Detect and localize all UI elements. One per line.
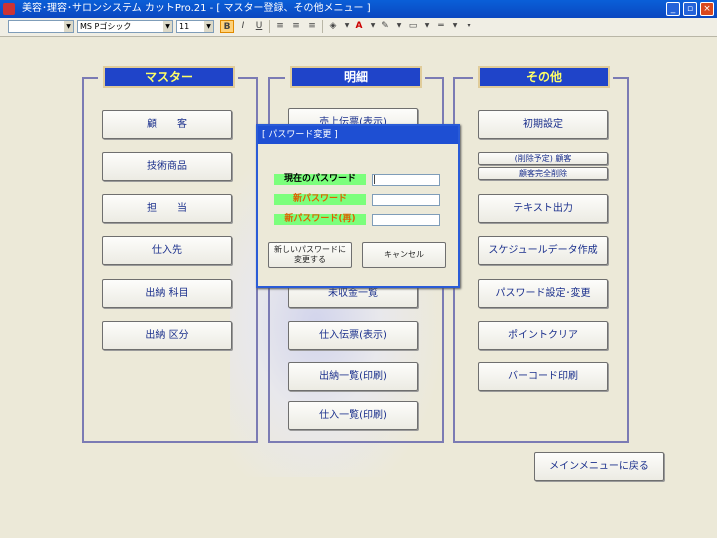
underline-button[interactable]: U	[252, 20, 266, 33]
chevron-down-icon[interactable]: ▼	[204, 21, 213, 32]
supplier-button[interactable]: 仕入先	[102, 236, 232, 265]
point-clear-button[interactable]: ポイントクリア	[478, 321, 608, 350]
restore-button[interactable]: ▫	[683, 2, 697, 16]
window-title: 美容･理容･サロンシステム カットPro.21 - [ マスター登録、その他メニ…	[22, 3, 371, 14]
font-select[interactable]: MS Pゴシック ▼	[77, 20, 173, 33]
font-size-value: 11	[179, 22, 190, 31]
cancel-button[interactable]: キャンセル	[362, 242, 446, 268]
close-button[interactable]: ×	[700, 2, 714, 16]
chevron-down-icon[interactable]: ▼	[392, 20, 406, 33]
master-header-text: マスター	[144, 70, 193, 84]
line-color-icon[interactable]: ✎	[378, 20, 392, 33]
password-settings-button[interactable]: パスワード設定･変更	[478, 279, 608, 308]
font-select-value: MS Pゴシック	[80, 22, 132, 31]
toolbar-separator	[269, 20, 270, 33]
other-header-text: その他	[525, 70, 562, 84]
chevron-down-icon[interactable]: ▼	[420, 20, 434, 33]
new-password-input[interactable]	[372, 194, 440, 206]
main-menu-button[interactable]: メインメニューに戻る	[534, 452, 664, 481]
cashbook-print-button[interactable]: 出納一覧(印刷)	[288, 362, 418, 391]
other-header: その他	[478, 66, 610, 88]
align-left-icon[interactable]: ≡	[273, 20, 287, 33]
fill-color-icon[interactable]: ◈	[326, 20, 340, 33]
italic-button[interactable]: I	[236, 20, 250, 33]
new-password-label: 新パスワード	[274, 194, 366, 205]
font-size-select[interactable]: 11 ▼	[176, 20, 214, 33]
chevron-down-icon[interactable]: ▼	[163, 21, 172, 32]
detail-header-text: 明細	[343, 70, 368, 84]
border-icon[interactable]: ▭	[406, 20, 420, 33]
chevron-down-icon[interactable]: ▼	[448, 20, 462, 33]
app-icon	[3, 3, 15, 15]
customer-button[interactable]: 顧 客	[102, 110, 232, 139]
cashbook-account-button[interactable]: 出納 科目	[102, 279, 232, 308]
font-color-icon[interactable]: A	[352, 20, 366, 33]
master-header: マスター	[103, 66, 235, 88]
current-password-label: 現在のパスワード	[274, 174, 366, 185]
line-width-icon[interactable]: ═	[434, 20, 448, 33]
new-password-confirm-input[interactable]	[372, 214, 440, 226]
align-center-icon[interactable]: ≡	[289, 20, 303, 33]
title-bar[interactable]: 美容･理容･サロンシステム カットPro.21 - [ マスター登録、その他メニ…	[0, 0, 717, 18]
purchase-print-button[interactable]: 仕入一覧(印刷)	[288, 401, 418, 430]
client-area: マスター 顧 客 技術商品 担 当 仕入先 出納 科目 出納 区分 明細 売上伝…	[0, 37, 717, 538]
minimize-button[interactable]: _	[666, 2, 680, 16]
bold-button[interactable]: B	[220, 20, 234, 33]
barcode-print-button[interactable]: バーコード印刷	[478, 362, 608, 391]
change-password-button[interactable]: 新しいパスワードに 変更する	[268, 242, 352, 268]
dialog-title: [ パスワード変更 ]	[258, 126, 458, 144]
initial-settings-button[interactable]: 初期設定	[478, 110, 608, 139]
text-export-button[interactable]: テキスト出力	[478, 194, 608, 223]
schedule-data-button[interactable]: スケジュールデータ作成	[478, 236, 608, 265]
customer-delete-scheduled-button[interactable]: (削除予定) 顧客	[478, 152, 608, 165]
toolbar-options-icon[interactable]: ▾	[462, 20, 476, 33]
staff-button[interactable]: 担 当	[102, 194, 232, 223]
password-change-dialog: [ パスワード変更 ] 現在のパスワード | 新パスワード 新パスワード(再) …	[256, 124, 460, 288]
customer-full-delete-button[interactable]: 顧客完全削除	[478, 167, 608, 180]
purchase-slip-button[interactable]: 仕入伝票(表示)	[288, 321, 418, 350]
toolbar-separator	[322, 20, 323, 33]
current-password-input[interactable]: |	[372, 174, 440, 186]
new-password-confirm-label: 新パスワード(再)	[274, 214, 366, 225]
detail-header: 明細	[290, 66, 422, 88]
align-right-icon[interactable]: ≡	[305, 20, 319, 33]
chevron-down-icon[interactable]: ▼	[64, 21, 73, 32]
style-select[interactable]: ▼	[8, 20, 74, 33]
service-product-button[interactable]: 技術商品	[102, 152, 232, 181]
cashbook-category-button[interactable]: 出納 区分	[102, 321, 232, 350]
formatting-toolbar: ▼ MS Pゴシック ▼ 11 ▼ B I U ≡ ≡ ≡ ◈ ▼ A ▼ ✎ …	[0, 18, 717, 37]
